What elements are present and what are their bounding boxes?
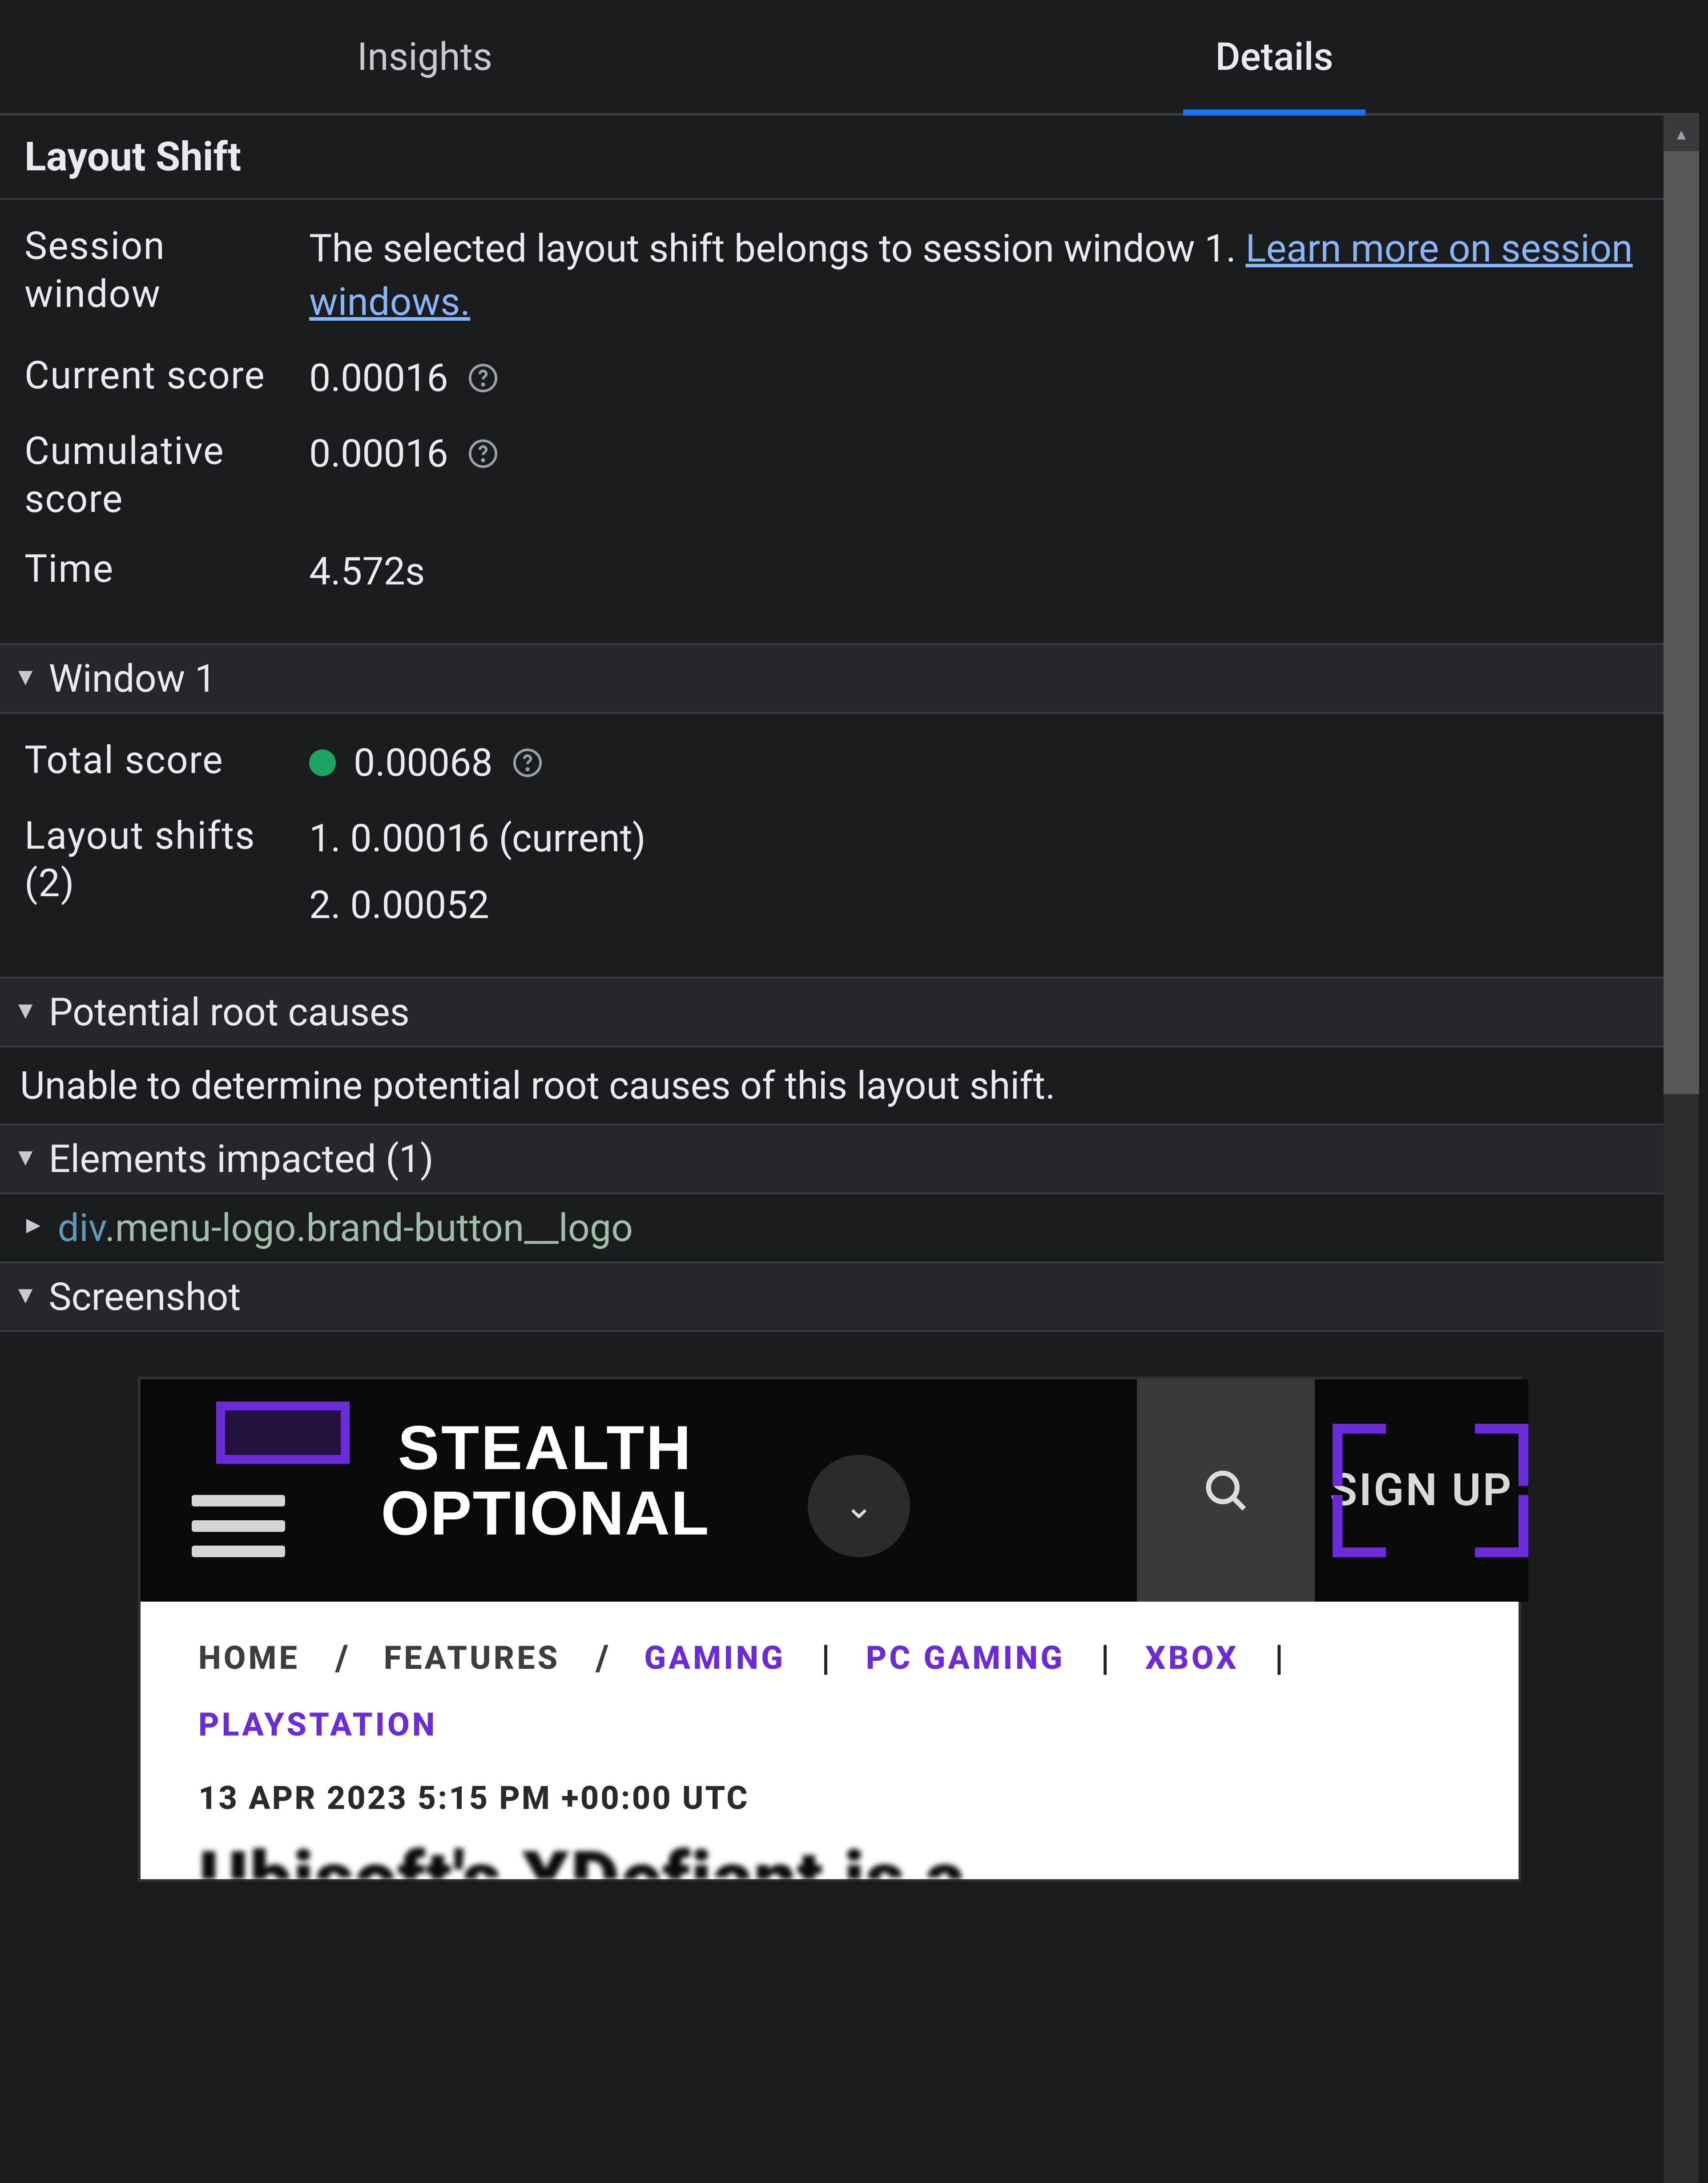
- help-icon[interactable]: [465, 360, 501, 396]
- total-score-label: Total score: [24, 736, 309, 784]
- bracket-decoration: [1333, 1424, 1386, 1486]
- layout-shift-item[interactable]: 1. 0.00016 (current): [309, 812, 646, 865]
- window-1-properties: Total score 0.00068 Layout shifts (2) 1.…: [0, 714, 1699, 977]
- session-window-label: Session window: [24, 222, 309, 318]
- status-good-icon: [309, 749, 336, 776]
- bracket-decoration: [1475, 1495, 1528, 1557]
- tab-details[interactable]: Details: [850, 0, 1699, 113]
- impacted-element-link[interactable]: div.menu-logo.brand-button__logo: [57, 1205, 633, 1250]
- bracket-decoration: [1475, 1424, 1528, 1486]
- root-causes-title: Potential root causes: [48, 990, 410, 1035]
- layout-shifts-label: Layout shifts (2): [24, 812, 309, 907]
- cumulative-score-label: Cumulative score: [24, 427, 309, 523]
- elements-impacted-title: Elements impacted (1): [48, 1136, 433, 1181]
- window-1-title: Window 1: [48, 656, 216, 701]
- tab-insights[interactable]: Insights: [0, 0, 850, 113]
- chevron-right-icon: ▼: [18, 1214, 47, 1238]
- hamburger-menu-icon: [192, 1495, 285, 1557]
- screenshot-header[interactable]: ▼ Screenshot: [0, 1261, 1699, 1332]
- total-score-value: 0.00068: [354, 736, 493, 789]
- layout-shifts-list: 1. 0.00016 (current) 2. 0.00052: [309, 812, 646, 932]
- cumulative-score-value: 0.00016: [309, 427, 448, 480]
- panel-title: Layout Shift: [0, 116, 1699, 200]
- dropdown-chevron-icon: ⌄: [808, 1455, 910, 1557]
- impacted-element-row[interactable]: ▼ div.menu-logo.brand-button__logo: [0, 1194, 1699, 1261]
- elements-impacted-header[interactable]: ▼ Elements impacted (1): [0, 1124, 1699, 1194]
- help-icon[interactable]: [510, 745, 545, 781]
- chevron-down-icon: ▼: [13, 996, 37, 1025]
- root-causes-header[interactable]: ▼ Potential root causes: [0, 977, 1699, 1047]
- scroll-up-button[interactable]: ▴: [1664, 116, 1699, 151]
- site-logo: STEALTH OPTIONAL: [323, 1415, 768, 1546]
- current-score-value: 0.00016: [309, 351, 448, 405]
- layout-shift-item[interactable]: 2. 0.00052: [309, 878, 646, 932]
- tab-bar: Insights Details: [0, 0, 1699, 116]
- search-icon: [1137, 1379, 1315, 1602]
- screenshot-breadcrumb: HOME/ FEATURES/ GAMING| PC GAMING| XBOX|…: [141, 1602, 1519, 1761]
- screenshot-site-header: STEALTH OPTIONAL ⌄ SIGN UP: [141, 1379, 1519, 1602]
- help-icon[interactable]: [465, 436, 501, 471]
- bracket-decoration: [1333, 1495, 1386, 1557]
- chevron-down-icon: ▼: [13, 1143, 37, 1172]
- root-causes-body: Unable to determine potential root cause…: [0, 1047, 1699, 1124]
- screenshot-preview: STEALTH OPTIONAL ⌄ SIGN UP: [0, 1332, 1699, 1882]
- screenshot-title: Screenshot: [48, 1274, 241, 1319]
- screenshot-image: STEALTH OPTIONAL ⌄ SIGN UP: [138, 1377, 1521, 1882]
- scrollbar-track[interactable]: ▴: [1664, 116, 1699, 2183]
- session-window-text: The selected layout shift belongs to ses…: [309, 226, 1245, 271]
- time-label: Time: [24, 545, 309, 593]
- details-panel: Insights Details Layout Shift Session wi…: [0, 0, 1699, 2183]
- current-score-label: Current score: [24, 351, 309, 399]
- session-window-value: The selected layout shift belongs to ses…: [309, 222, 1675, 329]
- time-value: 4.572s: [309, 545, 425, 598]
- summary-properties: Session window The selected layout shift…: [0, 200, 1699, 643]
- scroll-area: Layout Shift Session window The selected…: [0, 116, 1699, 2183]
- screenshot-timestamp: 13 APR 2023 5:15 PM +00:00 UTC: [141, 1761, 1519, 1826]
- window-1-header[interactable]: ▼ Window 1: [0, 643, 1699, 714]
- screenshot-headline: Ubisoft's XDefiant is a: [141, 1826, 1519, 1879]
- chevron-down-icon: ▼: [13, 662, 37, 691]
- scrollbar-thumb[interactable]: [1664, 151, 1699, 1094]
- sign-up-button: SIGN UP: [1315, 1379, 1528, 1602]
- chevron-down-icon: ▼: [13, 1281, 37, 1309]
